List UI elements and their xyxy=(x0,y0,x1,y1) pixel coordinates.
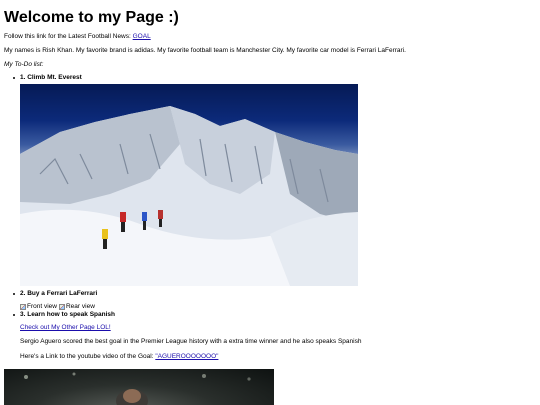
other-page-line: Check out My Other Page LOL! xyxy=(20,324,111,332)
aguero-text: Sergio Aguero scored the best goal in th… xyxy=(20,338,362,345)
goal-link[interactable]: GOAL xyxy=(133,33,151,40)
youtube-line: Here's a Link to the youtube video of th… xyxy=(20,353,218,361)
rear-view-alt: Rear view xyxy=(65,303,95,310)
list-bullet xyxy=(13,314,16,317)
everest-photo xyxy=(20,84,358,286)
list-bullet xyxy=(13,77,16,80)
broken-image-icon xyxy=(58,304,65,310)
rear-view-image: Rear view xyxy=(58,303,95,311)
list-bullet xyxy=(13,293,16,296)
broken-image-icon xyxy=(20,304,26,310)
about-text: My names is Rish Khan. My favorite brand… xyxy=(4,47,406,54)
todo-heading: My To-Do list: xyxy=(4,61,44,68)
page-title: Welcome to my Page :) xyxy=(4,9,179,26)
aguero-photo xyxy=(4,369,274,405)
follow-line: Follow this link for the Latest Football… xyxy=(4,33,151,41)
everest-mountain-image xyxy=(20,106,358,286)
follow-text: Follow this link for the Latest Football… xyxy=(4,33,133,40)
front-view-alt: Front view xyxy=(27,303,57,310)
todo-item-title: 2. Buy a Ferrari LaFerrari xyxy=(20,290,98,297)
todo-item-title: 1. Climb Mt. Everest xyxy=(20,74,82,81)
aguero-photo-image xyxy=(24,372,251,405)
todo-item-title: 3. Learn how to speak Spanish xyxy=(20,311,115,318)
youtube-text: Here's a Link to the youtube video of th… xyxy=(20,353,156,360)
front-view-image: Front view xyxy=(20,303,57,311)
other-page-link[interactable]: Check out My Other Page LOL! xyxy=(20,324,111,331)
youtube-link[interactable]: "AGUEROOOOOOO" xyxy=(155,353,218,360)
